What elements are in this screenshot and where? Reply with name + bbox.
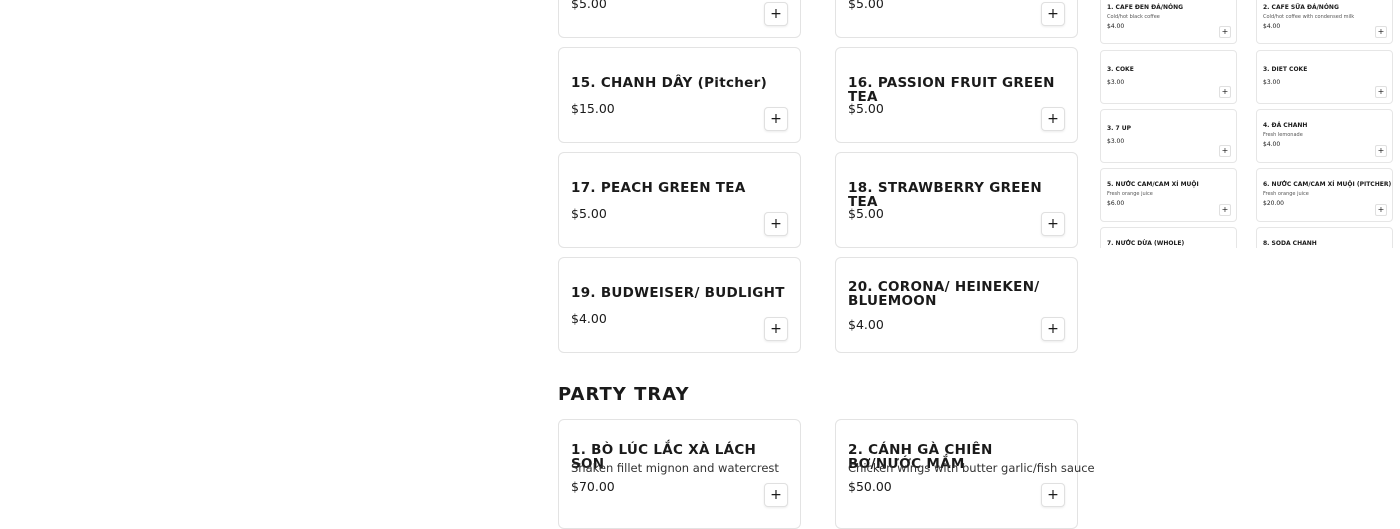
mini-menu-item[interactable]: 3. COKE $3.00 +	[1100, 50, 1237, 104]
mini-item-name: 8. SODA CHANH	[1263, 240, 1317, 247]
menu-item-card[interactable]: 1. BÒ LÚC LẮC XÀ LÁCH SON Shaken fillet …	[558, 419, 801, 529]
mini-item-name: 3. COKE	[1107, 66, 1134, 73]
mini-item-description: Cold/hot coffee with condensed milk	[1263, 14, 1355, 20]
section-title-party-tray: PARTY TRAY	[558, 384, 690, 405]
add-to-cart-button[interactable]: +	[764, 212, 788, 236]
mini-item-price: $6.00	[1107, 200, 1125, 207]
mini-menu-item[interactable]: 3. 7 UP $3.00 +	[1100, 109, 1237, 163]
mini-item-name: 5. NƯỚC CAM/CAM XÍ MUỘI	[1107, 181, 1199, 188]
mini-menu-item[interactable]: 2. CAFE SỮA ĐÁ/NÓNG Cold/hot coffee with…	[1256, 0, 1393, 44]
menu-item-card[interactable]: 2. CÁNH GÀ CHIÊN BƠ/NƯỚC MẮM Chicken win…	[835, 419, 1095, 529]
add-to-cart-button[interactable]: +	[764, 483, 788, 507]
mini-item-name: 7. NƯỚC DỪA (whole)	[1107, 240, 1185, 247]
mini-item-price: $4.00	[1263, 141, 1281, 148]
add-to-cart-button[interactable]: +	[764, 2, 788, 26]
mini-add-button[interactable]: +	[1375, 204, 1387, 216]
mini-add-button[interactable]: +	[1219, 204, 1231, 216]
mini-item-price: $3.00	[1107, 138, 1125, 145]
item-description: Shaken fillet mignon and watercrest	[571, 461, 779, 475]
add-to-cart-button[interactable]: +	[1041, 107, 1065, 131]
mini-menu-item[interactable]: 3. DIET COKE $3.00 +	[1256, 50, 1393, 104]
add-to-cart-button[interactable]: +	[1041, 2, 1065, 26]
item-name: 18. STRAWBERRY GREEN TEA	[848, 180, 1042, 210]
mini-menu-item[interactable]: 7. NƯỚC DỪA (whole)	[1100, 227, 1237, 248]
item-name: 15. CHANH DÂY (Pitcher)	[571, 75, 768, 91]
item-price: $70.00	[571, 479, 615, 494]
menu-item-card[interactable]: $5.00 +	[558, 0, 801, 38]
item-price: $5.00	[848, 206, 884, 221]
item-name: 17. PEACH GREEN TEA	[571, 180, 746, 196]
mini-menu-item[interactable]: 1. CAFE ĐEN ĐÁ/NÓNG Cold/hot black coffe…	[1100, 0, 1237, 44]
mini-add-button[interactable]: +	[1219, 86, 1231, 98]
mini-item-price: $4.00	[1263, 23, 1281, 30]
mini-item-price: $3.00	[1263, 79, 1281, 86]
mini-item-name: 2. CAFE SỮA ĐÁ/NÓNG	[1263, 4, 1339, 11]
menu-item-card[interactable]: 15. CHANH DÂY (Pitcher) $15.00 +	[558, 47, 801, 143]
item-price: $4.00	[848, 317, 884, 332]
menu-item-card[interactable]: 17. PEACH GREEN TEA $5.00 +	[558, 152, 801, 248]
mini-menu-item[interactable]: 6. NƯỚC CAM/CAM XÍ MUỘI (Pitcher) Fresh …	[1256, 168, 1393, 222]
mini-item-description: Cold/hot black coffee	[1107, 14, 1160, 20]
mini-add-button[interactable]: +	[1375, 26, 1387, 38]
item-price: $4.00	[571, 311, 607, 326]
item-price: $50.00	[848, 479, 892, 494]
item-price: $5.00	[571, 206, 607, 221]
mini-menu-panel: 1. CAFE ĐEN ĐÁ/NÓNG Cold/hot black coffe…	[1100, 0, 1400, 248]
mini-menu-item[interactable]: 4. ĐÁ CHANH Fresh lemonade $4.00 +	[1256, 109, 1393, 163]
mini-add-button[interactable]: +	[1219, 145, 1231, 157]
menu-item-card[interactable]: 19. BUDWEISER/ BUDLIGHT $4.00 +	[558, 257, 801, 353]
add-to-cart-button[interactable]: +	[764, 107, 788, 131]
item-name: 16. PASSION FRUIT GREEN TEA	[848, 75, 1055, 105]
mini-item-name: 4. ĐÁ CHANH	[1263, 122, 1308, 129]
item-price: $5.00	[571, 0, 607, 11]
mini-item-price: $20.00	[1263, 200, 1284, 207]
menu-item-card[interactable]: $5.00 +	[835, 0, 1078, 38]
mini-item-description: Fresh orange juice	[1107, 191, 1153, 197]
item-name: 19. BUDWEISER/ BUDLIGHT	[571, 285, 785, 301]
item-price: $5.00	[848, 0, 884, 11]
mini-item-price: $4.00	[1107, 23, 1125, 30]
mini-add-button[interactable]: +	[1375, 145, 1387, 157]
mini-menu-item[interactable]: 5. NƯỚC CAM/CAM XÍ MUỘI Fresh orange jui…	[1100, 168, 1237, 222]
mini-item-name: 1. CAFE ĐEN ĐÁ/NÓNG	[1107, 4, 1184, 11]
item-price: $5.00	[848, 101, 884, 116]
mini-menu-item[interactable]: 8. SODA CHANH	[1256, 227, 1393, 248]
menu-item-card[interactable]: 16. PASSION FRUIT GREEN TEA $5.00 +	[835, 47, 1078, 143]
item-price: $15.00	[571, 101, 615, 116]
add-to-cart-button[interactable]: +	[1041, 317, 1065, 341]
item-name: 20. CORONA/ HEINEKEN/ BLUEMOON	[848, 279, 1040, 309]
item-description: Chicken wings with butter garlic/fish sa…	[848, 461, 1095, 475]
add-to-cart-button[interactable]: +	[764, 317, 788, 341]
menu-item-card[interactable]: 18. STRAWBERRY GREEN TEA $5.00 +	[835, 152, 1078, 248]
mini-add-button[interactable]: +	[1375, 86, 1387, 98]
mini-add-button[interactable]: +	[1219, 26, 1231, 38]
mini-item-description: Fresh orange juice	[1263, 191, 1309, 197]
mini-item-name: 3. 7 UP	[1107, 125, 1132, 132]
mini-item-name: 3. DIET COKE	[1263, 66, 1308, 73]
add-to-cart-button[interactable]: +	[1041, 483, 1065, 507]
mini-item-description: Fresh lemonade	[1263, 132, 1303, 138]
add-to-cart-button[interactable]: +	[1041, 212, 1065, 236]
mini-item-price: $3.00	[1107, 79, 1125, 86]
menu-item-card[interactable]: 20. CORONA/ HEINEKEN/ BLUEMOON $4.00 +	[835, 257, 1078, 353]
mini-item-name: 6. NƯỚC CAM/CAM XÍ MUỘI (Pitcher)	[1263, 181, 1392, 188]
